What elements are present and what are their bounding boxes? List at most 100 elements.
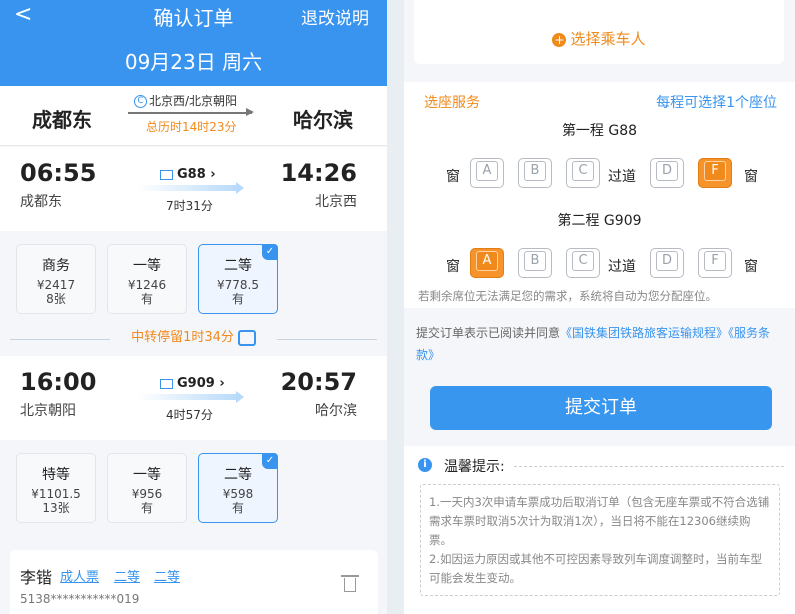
leg1-title: 第一程 G88 — [561, 123, 638, 139]
seg2-arrival-station: 哈尔滨 — [315, 403, 357, 419]
seg2-duration: 4时57分 — [166, 408, 213, 422]
seg2-departure-time: 16:00 — [20, 368, 97, 396]
route-summary: 成都东 C 北京西/北京朝阳 总历时14时23分 哈尔滨 — [0, 86, 387, 146]
seat-class-availability: 有 — [140, 501, 153, 515]
trash-icon[interactable] — [341, 575, 359, 592]
window-label: 窗 — [744, 259, 758, 275]
seg2-arrow-icon — [138, 391, 244, 403]
seat-class-price: ¥778.5 — [217, 278, 259, 292]
via-stations: C 北京西/北京朝阳 — [134, 92, 237, 109]
aisle-label: 过道 — [608, 259, 636, 275]
seat-class-option[interactable]: 特等 ¥1101.5 13张 — [16, 453, 96, 523]
origin-station: 成都东 — [32, 108, 92, 132]
seat-a[interactable]: A — [470, 158, 504, 188]
ticket-type-link[interactable]: 成人票 — [60, 566, 99, 585]
seat-class-price: ¥956 — [131, 487, 163, 501]
seat-class-option[interactable]: 一等 ¥956 有 — [107, 453, 187, 523]
window-label: 窗 — [446, 169, 460, 185]
seat-service-hint: 每程可选择1个座位 — [656, 95, 777, 111]
seg2-train-label: G909 › — [177, 376, 225, 391]
seg1-train-label: G88 › — [177, 167, 216, 182]
seat-class-price: ¥2417 — [36, 278, 76, 292]
seg1-seat-classes: 商务 ¥2417 8张 一等 ¥1246 有 ✓ 二等 ¥778.5 有 — [0, 232, 387, 328]
destination-station: 哈尔滨 — [293, 108, 353, 132]
ticket-icon — [160, 378, 173, 389]
seat-c[interactable]: C — [566, 248, 600, 278]
seat-class-name: 商务 — [42, 258, 70, 274]
segment-1: 06:55 成都东 G88 › 7时31分 14:26 北京西 — [0, 147, 387, 231]
transfer-circle-icon: C — [134, 95, 147, 108]
add-passenger-button[interactable]: + 选择乘车人 — [414, 28, 784, 49]
passenger-id-number: 5138***********019 — [20, 592, 140, 606]
header-bar: < 确认订单 退改说明 09月23日 周六 — [0, 0, 387, 86]
seat-b[interactable]: B — [518, 158, 552, 188]
seat-selection-panel: + 选择乘车人 选座服务 每程可选择1个座位 第一程 G88 窗 A B C 过道… — [404, 0, 795, 614]
seat-class-availability: 有 — [231, 292, 244, 306]
leg2-title: 第二程 G909 — [557, 213, 642, 229]
seg1-arrival-time: 14:26 — [280, 159, 357, 187]
seat-service-title: 选座服务 — [424, 95, 480, 111]
passenger-card: 李锴 成人票 二等 二等 5138***********019 — [10, 550, 378, 614]
seat-class-option[interactable]: 一等 ¥1246 有 — [107, 244, 187, 314]
seg2-train-number[interactable]: G909 › — [160, 376, 225, 391]
seg1-departure-station: 成都东 — [20, 194, 62, 210]
check-icon: ✓ — [262, 244, 278, 260]
submit-order-button[interactable]: 提交订单 — [430, 386, 772, 430]
seg1-departure-time: 06:55 — [20, 159, 97, 187]
seg2-arrival-time: 20:57 — [280, 368, 357, 396]
transfer-stopover[interactable]: 中转停留1时34分 — [0, 326, 387, 354]
order-confirm-panel: < 确认订单 退改说明 09月23日 周六 成都东 C 北京西/北京朝阳 总历时1… — [0, 0, 387, 614]
seat-class-price: ¥1101.5 — [31, 487, 81, 501]
seat-class-availability: 13张 — [42, 501, 70, 515]
seg1-train-number[interactable]: G88 › — [160, 167, 216, 182]
seat-class-availability: 有 — [231, 501, 244, 515]
travel-date: 09月23日 周六 — [124, 50, 263, 74]
via-label: 北京西/北京朝阳 — [149, 94, 238, 108]
seat-class-option-selected[interactable]: ✓ 二等 ¥778.5 有 — [198, 244, 278, 314]
route-arrow-icon — [128, 108, 254, 116]
map-icon — [237, 329, 256, 346]
transport-rules-link[interactable]: 《国铁集团铁路旅客运输规程》 — [560, 326, 728, 340]
plus-icon: + — [552, 32, 567, 47]
segment-2: 16:00 北京朝阳 G909 › 4时57分 20:57 哈尔滨 — [0, 356, 387, 440]
seg2-seat-class-link[interactable]: 二等 — [154, 566, 180, 585]
seat-f-selected[interactable]: F — [698, 158, 732, 188]
seg1-seat-class-link[interactable]: 二等 — [114, 566, 140, 585]
check-icon: ✓ — [262, 453, 278, 469]
seat-c[interactable]: C — [566, 158, 600, 188]
seat-d[interactable]: D — [650, 158, 684, 188]
seat-d[interactable]: D — [650, 248, 684, 278]
seat-class-name: 特等 — [42, 467, 70, 483]
seat-class-availability: 有 — [140, 292, 153, 306]
transfer-label: 中转停留1时34分 — [131, 330, 234, 345]
tips-box: 1.一天内3次申请车票成功后取消订单（包含无座车票或不符合选铺需求车票时取消5次… — [420, 484, 780, 596]
seat-f[interactable]: F — [698, 248, 732, 278]
tip-item: 2.如因运力原因或其他不可控因素导致列车调度调整时，当前车型可能会发生变动。 — [429, 552, 762, 585]
seat-class-availability: 8张 — [46, 292, 66, 306]
refund-rules-link[interactable]: 退改说明 — [301, 4, 369, 29]
leg2-seat-row: 窗 A B C 过道 D F 窗 — [444, 248, 764, 284]
seg1-duration: 7时31分 — [166, 199, 213, 213]
seat-class-option[interactable]: 商务 ¥2417 8张 — [16, 244, 96, 314]
agreement-text: 提交订单表示已阅读并同意《国铁集团铁路旅客运输规程》《服务条款》 — [416, 322, 786, 366]
seg1-arrow-icon — [138, 182, 244, 194]
window-label: 窗 — [744, 169, 758, 185]
add-passenger-label: 选择乘车人 — [570, 30, 646, 48]
seg1-arrival-station: 北京西 — [315, 194, 357, 210]
seat-allocation-note: 若剩余席位无法满足您的需求，系统将自动为您分配座位。 — [418, 289, 717, 303]
seat-class-name: 一等 — [133, 467, 161, 483]
aisle-label: 过道 — [608, 169, 636, 185]
seat-class-price: ¥1246 — [127, 278, 167, 292]
seg2-seat-classes: 特等 ¥1101.5 13张 一等 ¥956 有 ✓ 二等 ¥598 有 — [0, 441, 387, 537]
tips-section: i 温馨提示: 1.一天内3次申请车票成功后取消订单（包含无座车票或不符合选铺需… — [404, 446, 795, 614]
seat-class-price: ¥598 — [222, 487, 254, 501]
seat-a-selected[interactable]: A — [470, 248, 504, 278]
window-label: 窗 — [446, 259, 460, 275]
seat-b[interactable]: B — [518, 248, 552, 278]
total-duration: 总历时14时23分 — [146, 120, 237, 134]
ticket-icon — [160, 169, 173, 180]
seat-class-option-selected[interactable]: ✓ 二等 ¥598 有 — [198, 453, 278, 523]
seat-service-section: 选座服务 每程可选择1个座位 第一程 G88 窗 A B C 过道 D F 窗 … — [404, 82, 795, 308]
add-passenger-card[interactable]: + 选择乘车人 — [414, 0, 784, 64]
leg1-seat-row: 窗 A B C 过道 D F 窗 — [444, 158, 764, 194]
